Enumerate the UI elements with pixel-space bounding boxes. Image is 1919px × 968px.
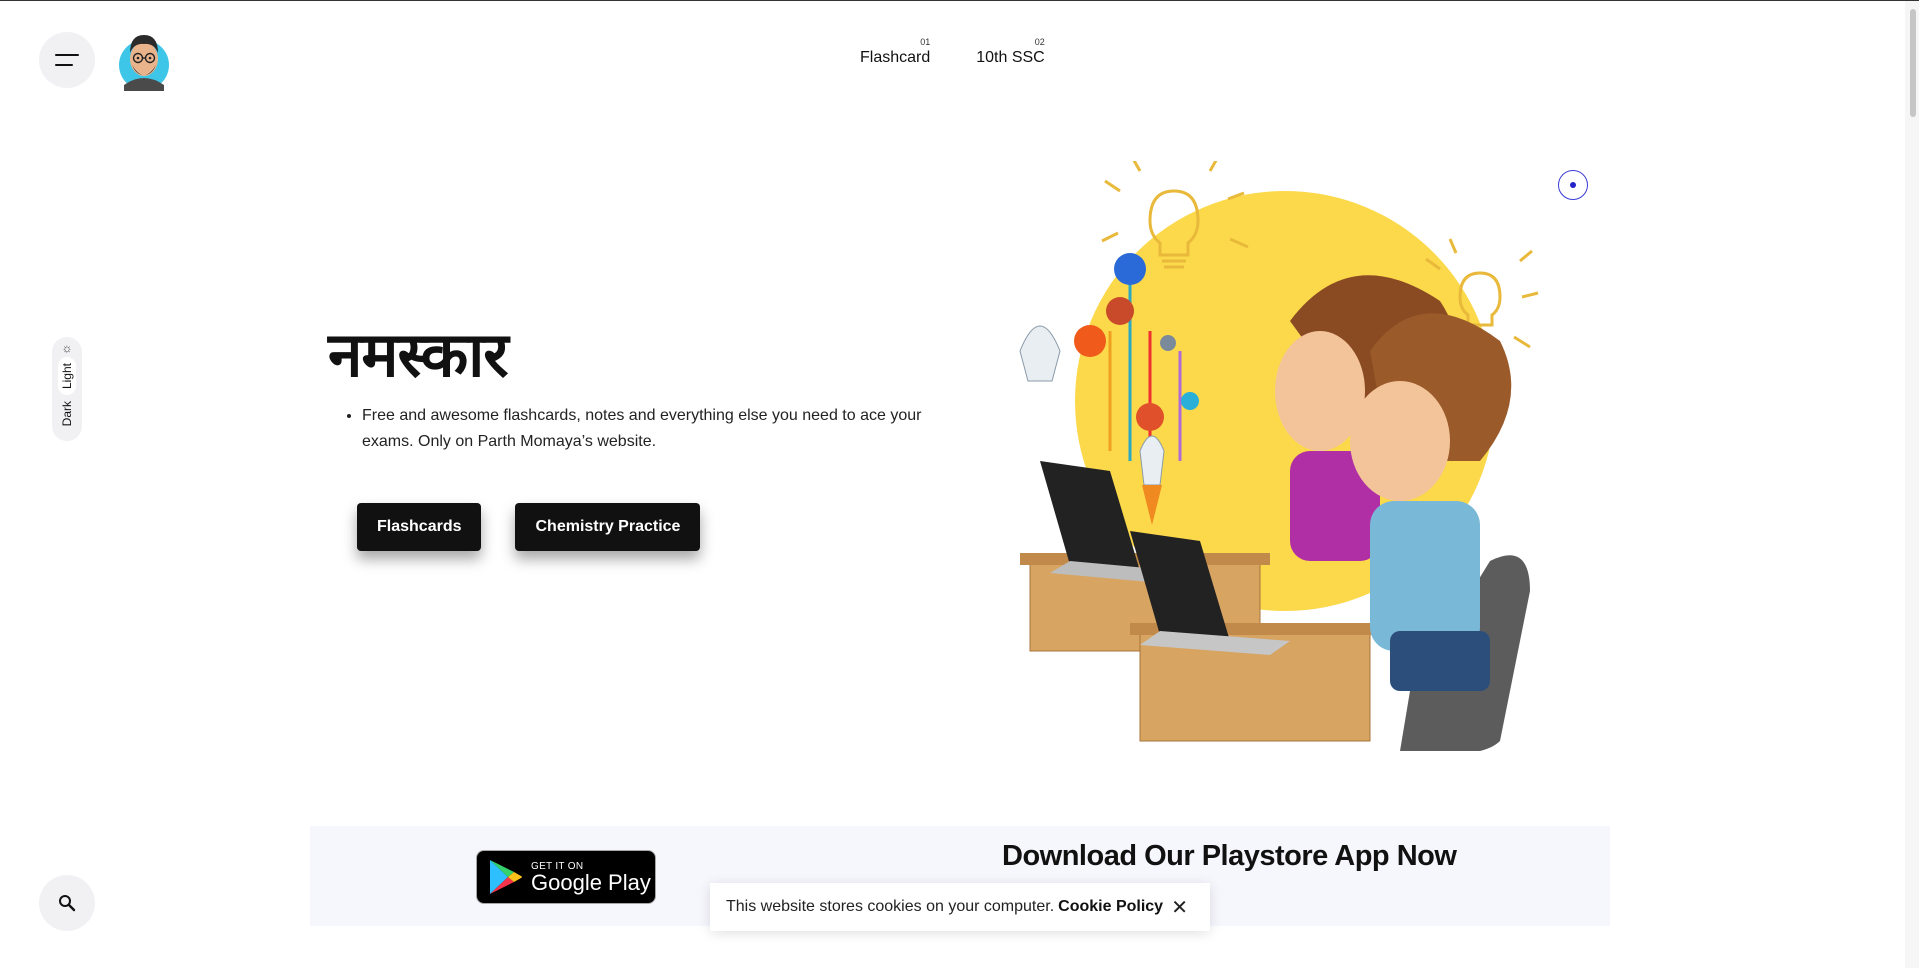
hamburger-icon bbox=[55, 54, 79, 66]
nav-item-flashcard[interactable]: 01 Flashcard bbox=[860, 37, 930, 67]
google-play-badge[interactable]: GET IT ON Google Play bbox=[476, 850, 656, 904]
scrollbar-thumb[interactable] bbox=[1910, 9, 1916, 117]
google-play-text: GET IT ON Google Play bbox=[531, 861, 651, 894]
google-play-label: Google Play bbox=[531, 869, 651, 895]
cookie-notice: This website stores cookies on your comp… bbox=[710, 883, 1210, 931]
hero-buttons: Flashcards Chemistry Practice bbox=[357, 503, 701, 551]
theme-dark-option[interactable]: Dark bbox=[60, 401, 74, 426]
kids-laptop-illustration bbox=[1019, 161, 1539, 751]
hero-description: Free and awesome flashcards, notes and e… bbox=[362, 403, 942, 455]
chemistry-practice-button[interactable]: Chemistry Practice bbox=[515, 503, 701, 551]
sun-icon: ☼ bbox=[61, 341, 73, 355]
close-icon[interactable]: ✕ bbox=[1171, 895, 1188, 920]
app-banner-title: Download Our Playstore App Now bbox=[1002, 840, 1457, 872]
search-icon bbox=[59, 895, 76, 912]
flashcards-button[interactable]: Flashcards bbox=[357, 503, 482, 551]
avatar[interactable] bbox=[118, 27, 170, 91]
theme-switch[interactable]: ☼ Light Dark bbox=[52, 337, 82, 441]
nav-number: 01 bbox=[920, 37, 931, 47]
scrollbar[interactable] bbox=[1905, 1, 1919, 968]
hero-description-list: Free and awesome flashcards, notes and e… bbox=[362, 403, 942, 455]
cookie-policy-link[interactable]: Cookie Policy bbox=[1058, 898, 1163, 916]
nav-label: Flashcard bbox=[860, 49, 931, 66]
hero-title: नमस्कार bbox=[328, 318, 509, 391]
menu-button[interactable] bbox=[39, 32, 95, 88]
theme-light-option[interactable]: Light bbox=[58, 357, 76, 396]
google-play-icon bbox=[490, 860, 522, 894]
cookie-text: This website stores cookies on your comp… bbox=[726, 898, 1055, 915]
nav-label: 10th SSC bbox=[976, 49, 1045, 66]
nav-number: 02 bbox=[1034, 37, 1045, 47]
nav-item-10th-ssc[interactable]: 02 10th SSC bbox=[976, 37, 1044, 67]
search-button[interactable] bbox=[39, 875, 95, 931]
top-navigation: 01 Flashcard 02 10th SSC bbox=[860, 37, 1045, 67]
